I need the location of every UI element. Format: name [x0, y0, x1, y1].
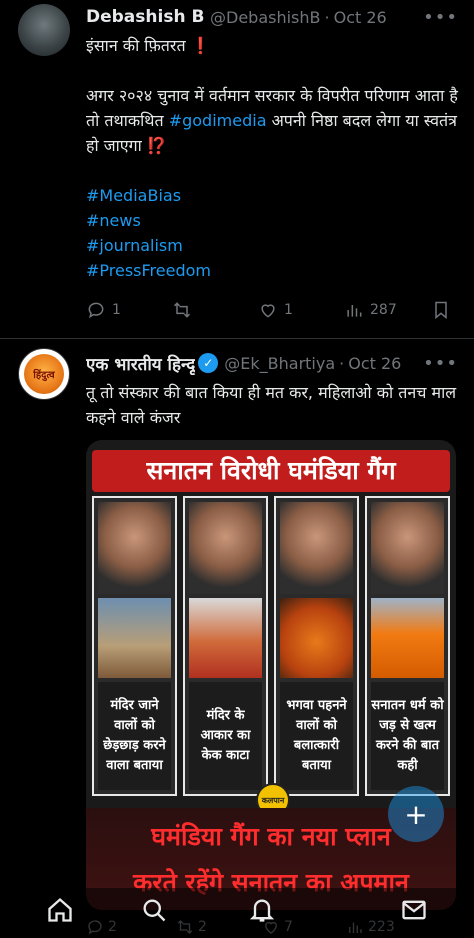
reply-icon [88, 302, 104, 319]
compose-icon: + [404, 797, 428, 831]
saffron-robe-photo [280, 598, 353, 678]
separator-dot: · [339, 353, 345, 373]
views-icon [347, 305, 362, 317]
like-count: 1 [284, 302, 293, 318]
poster-title: सनातन विरोधी घमंडिया गैंग [92, 450, 450, 492]
tweet-1[interactable]: Debashish Bı @DebashishB · Oct 26 ••• इं… [0, 0, 474, 338]
heart-icon [261, 304, 275, 318]
interrobang-emoji: ⁉️ [146, 136, 167, 155]
hashtag-link[interactable]: #journalism [86, 233, 466, 258]
tweet-text: तू तो संस्कार की बात किया ही मत कर, महिल… [86, 383, 457, 427]
compose-button[interactable]: + [388, 786, 444, 842]
tweet-header: Debashish Bı @DebashishB · Oct 26 ••• [86, 6, 466, 28]
poster-panel: भगवा पहनने वालों को बलात्कारी बताया [274, 496, 359, 796]
poster-caption: मंदिर जाने वालों को छेड़छाड़ करने वाला ब… [98, 682, 171, 790]
author-name[interactable]: Debashish Bı [86, 7, 204, 27]
action-bar: 1 1 287 [86, 298, 456, 322]
temple-photo [98, 598, 171, 678]
verified-icon: ✓ [198, 353, 219, 373]
poster-caption: भगवा पहनने वालों को बलात्कारी बताया [280, 682, 353, 790]
cake-photo [189, 598, 262, 678]
more-icon[interactable]: ••• [423, 353, 458, 374]
bell-icon[interactable] [248, 896, 276, 924]
author-handle[interactable]: @Ek_Bhartiya [224, 354, 335, 373]
exclamation-emoji: ❗ [190, 36, 211, 55]
person-photo [280, 502, 353, 594]
hashtag-link[interactable]: #news [86, 208, 466, 233]
hindutva-logo: हिंदुत्व [24, 354, 64, 394]
bookmark-icon [435, 301, 447, 320]
person-photo [189, 502, 262, 594]
retweet-icon [173, 302, 191, 318]
saffron-flag-photo [371, 598, 444, 678]
hashtag-link[interactable]: #godimedia [169, 111, 267, 130]
person-photo [98, 502, 171, 594]
poster-panel: सनातन धर्म को जड़ से खत्म करने की बात कह… [365, 496, 450, 796]
more-icon[interactable]: ••• [423, 7, 458, 28]
reply-count: 1 [112, 302, 121, 318]
poster-panel: मंदिर जाने वालों को छेड़छाड़ करने वाला ब… [92, 496, 177, 796]
avatar[interactable] [18, 4, 70, 56]
tweet-header: एक भारतीय हिन्दू ✓ @Ek_Bhartiya · Oct 26… [86, 352, 466, 375]
bookmark-button[interactable] [431, 300, 451, 320]
hashtag-link[interactable]: #PressFreedom [86, 258, 466, 283]
poster-caption: सनातन धर्म को जड़ से खत्म करने की बात कह… [371, 682, 444, 790]
tweet-image[interactable]: सनातन विरोधी घमंडिया गैंग मंदिर जाने वाल… [86, 440, 456, 910]
avatar[interactable]: हिंदुत्व [18, 348, 70, 400]
search-icon[interactable] [140, 896, 168, 924]
like-button[interactable]: 1 [258, 300, 293, 320]
views-count: 287 [370, 302, 397, 318]
timestamp[interactable]: Oct 26 [334, 8, 387, 27]
poster-panel: मंदिर के आकार का केक काटा [183, 496, 268, 796]
author-handle[interactable]: @DebashishB [210, 8, 321, 27]
person-photo [371, 502, 444, 594]
tweet-text: इंसान की फ़ितरत ❗ अगर २०२४ चुनाव में वर्… [86, 33, 466, 283]
poster-caption: मंदिर के आकार का केक काटा [189, 682, 262, 790]
home-icon[interactable] [46, 896, 74, 924]
reply-button[interactable]: 1 [86, 300, 121, 320]
mail-icon[interactable] [400, 896, 428, 924]
retweet-button[interactable] [172, 300, 198, 320]
views-button[interactable]: 287 [344, 300, 397, 320]
bottom-nav [0, 888, 474, 938]
separator-dot: · [324, 7, 330, 27]
hashtag-link[interactable]: #MediaBias [86, 183, 466, 208]
author-name[interactable]: एक भारतीय हिन्दू [86, 352, 195, 375]
tweet-line: इंसान की फ़ितरत [86, 36, 186, 55]
timestamp[interactable]: Oct 26 [348, 354, 401, 373]
